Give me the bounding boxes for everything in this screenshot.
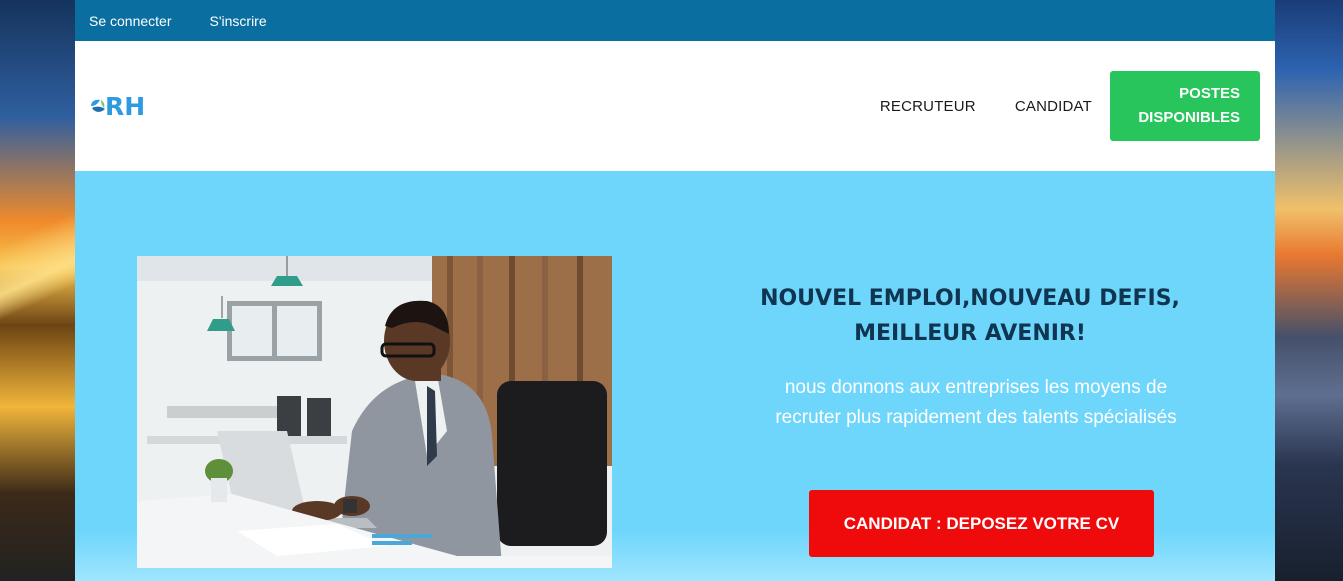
available-positions-label-2: DISPONIBLES xyxy=(1138,109,1240,126)
top-bar: Se connecter S'inscrire xyxy=(75,0,1275,41)
page-container: Se connecter S'inscrire RH RECRUTEUR CAN… xyxy=(75,0,1275,581)
hero-section: NOUVEL EMPLOI,NOUVEAU DEFIS, MEILLEUR AV… xyxy=(75,171,1275,581)
hero-text-block: NOUVEL EMPLOI,NOUVEAU DEFIS, MEILLEUR AV… xyxy=(715,281,1225,433)
hero-headline: NOUVEL EMPLOI,NOUVEAU DEFIS, MEILLEUR AV… xyxy=(715,281,1225,351)
leaf-icon xyxy=(89,97,107,115)
hero-subtext: nous donnons aux entreprises les moyens … xyxy=(715,373,1225,433)
nav-item-candidat[interactable]: CANDIDAT xyxy=(1015,98,1092,115)
hero-subtext-line2: recruter plus rapidement des talents spé… xyxy=(775,407,1177,428)
available-positions-button[interactable]: POSTES DISPONIBLES xyxy=(1110,71,1260,141)
hero-headline-line2: MEILLEUR AVENIR! xyxy=(854,321,1086,346)
hero-headline-line1: NOUVEL EMPLOI,NOUVEAU DEFIS, xyxy=(760,286,1180,311)
site-logo[interactable]: RH xyxy=(89,92,145,121)
main-navbar: RH RECRUTEUR CANDIDAT POSTES DISPONIBLES xyxy=(75,41,1275,171)
nav-item-recruteur[interactable]: RECRUTEUR xyxy=(880,98,976,115)
register-link[interactable]: S'inscrire xyxy=(210,13,267,29)
man-at-laptop-photo xyxy=(137,256,612,568)
login-link[interactable]: Se connecter xyxy=(89,13,172,29)
logo-text: RH xyxy=(105,91,146,121)
background-right xyxy=(1275,0,1343,581)
available-positions-label-1: POSTES xyxy=(1179,85,1240,102)
nav-menu: RECRUTEUR CANDIDAT POSTES DISPONIBLES xyxy=(880,71,1260,141)
hero-subtext-line1: nous donnons aux entreprises les moyens … xyxy=(784,377,1168,398)
submit-cv-button[interactable]: CANDIDAT : DEPOSEZ VOTRE CV xyxy=(809,490,1154,557)
background-left xyxy=(0,0,75,581)
